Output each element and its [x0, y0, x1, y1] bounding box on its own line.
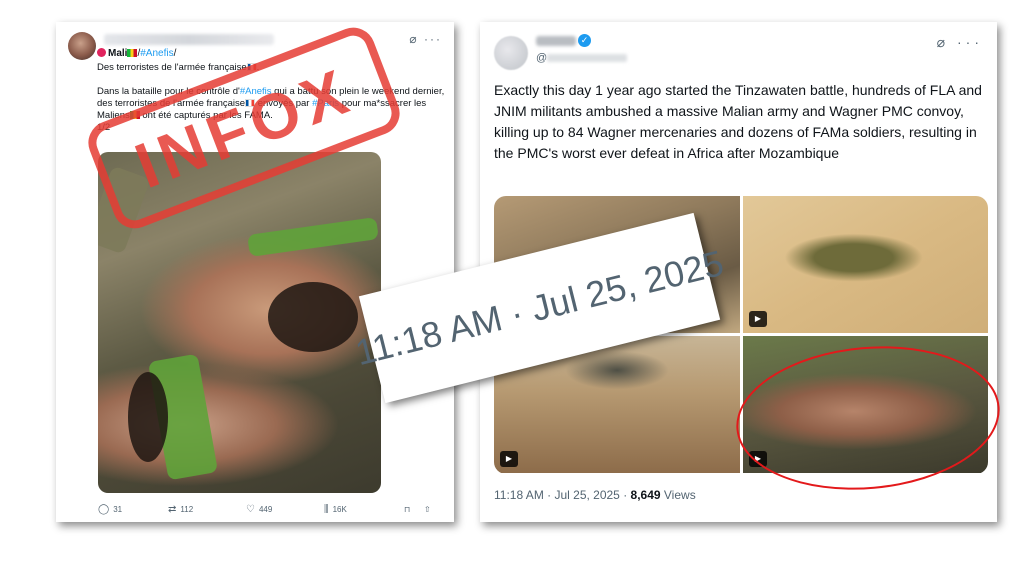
share-icon[interactable]: ⇧ — [424, 505, 431, 514]
tweet-first-line: Mali/#Anefis/ — [97, 48, 176, 59]
mali-flag-icon — [127, 49, 138, 57]
more-icon[interactable]: ··· — [957, 34, 983, 50]
reply-icon: ◯ — [98, 504, 110, 515]
tweet-meta: 11:18 AM · Jul 25, 2025 · 8,649 Views — [494, 488, 696, 502]
views-label: Views — [660, 488, 696, 502]
reply-count: 31 — [113, 505, 123, 514]
views-button[interactable]: ⫼ 16K — [324, 504, 404, 515]
slash: / — [173, 48, 177, 59]
repost-count: 112 — [180, 505, 194, 514]
grok-icon[interactable]: ⌀ — [937, 34, 949, 50]
heart-icon: ♡ — [246, 504, 255, 515]
tweet-stats-bar: ◯ 31 ⇄ 112 ♡ 449 ⫼ 16K ⊓ ⇧ — [98, 504, 448, 515]
hashtag-anefis-link[interactable]: #Anefis — [140, 48, 173, 59]
media-video-2[interactable]: ▶ — [743, 196, 988, 333]
tweet-actions: ⌀ ··· — [409, 32, 442, 46]
play-icon[interactable]: ▶ — [749, 311, 767, 327]
repost-button[interactable]: ⇄ 112 — [168, 504, 246, 515]
tweet-text: Exactly this day 1 year ago started the … — [494, 82, 982, 161]
author-handle[interactable]: @ — [536, 52, 628, 64]
grok-icon[interactable]: ⌀ — [409, 32, 418, 46]
like-count: 449 — [258, 505, 273, 514]
author-name-blurred — [536, 36, 576, 46]
like-button[interactable]: ♡ 449 — [246, 504, 324, 515]
more-icon[interactable]: ··· — [424, 32, 442, 46]
bookmark-icon[interactable]: ⊓ — [404, 505, 424, 514]
author-name-blurred — [104, 34, 274, 45]
verified-badge-icon: ✓ — [578, 34, 591, 47]
tweet-subtitle: Des terroristes de l'armée française — [97, 62, 247, 73]
separator: · — [619, 488, 631, 502]
chart-icon: ⫼ — [324, 504, 329, 515]
handle-prefix: @ — [536, 52, 548, 64]
red-circle-icon — [97, 48, 106, 57]
author-avatar[interactable] — [68, 32, 96, 60]
mali-label: Mali — [108, 48, 128, 59]
author-avatar[interactable] — [494, 36, 528, 70]
tweet-timestamp[interactable]: 11:18 AM · Jul 25, 2025 — [494, 488, 620, 502]
repost-icon: ⇄ — [168, 504, 177, 515]
play-icon[interactable]: ▶ — [500, 451, 518, 467]
views-count: 8,649 — [630, 488, 661, 502]
views-count: 16K — [332, 505, 347, 514]
tweet-actions: ⌀ ··· — [937, 34, 983, 51]
reply-button[interactable]: ◯ 31 — [98, 504, 168, 515]
handle-blurred — [547, 54, 628, 62]
